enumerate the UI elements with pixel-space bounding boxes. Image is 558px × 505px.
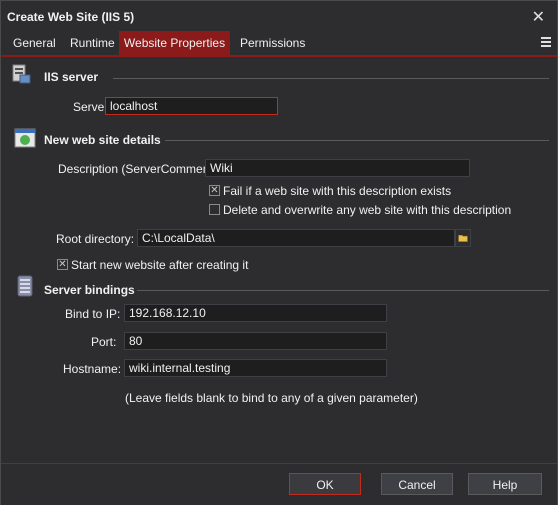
root-directory-input[interactable] <box>137 229 455 247</box>
tab-runtime[interactable]: Runtime <box>64 31 121 55</box>
window-title: Create Web Site (IIS 5) <box>7 10 135 24</box>
tab-permissions[interactable]: Permissions <box>234 31 311 55</box>
port-input[interactable] <box>124 332 387 350</box>
cancel-button[interactable]: Cancel <box>381 473 453 495</box>
section-divider <box>165 140 549 141</box>
hostname-label: Hostname: <box>63 362 122 376</box>
tab-website-properties[interactable]: Website Properties <box>119 31 230 55</box>
bind-ip-input[interactable] <box>124 304 387 322</box>
section-divider <box>113 78 549 79</box>
menu-icon[interactable] <box>541 37 551 49</box>
description-label: Description (ServerComment): <box>58 162 221 176</box>
bindings-hint: (Leave fields blank to bind to any of a … <box>125 391 418 405</box>
port-label: Port: <box>91 335 117 349</box>
fail-if-exists-checkbox[interactable]: ✕ <box>209 185 220 196</box>
fail-if-exists-label: Fail if a web site with this description… <box>223 184 452 198</box>
start-website-label: Start new website after creating it <box>71 258 249 272</box>
delete-overwrite-checkbox[interactable] <box>209 204 220 215</box>
section-title-iis-server: IIS server <box>44 70 99 84</box>
tab-general[interactable]: General <box>7 31 62 55</box>
root-directory-label: Root directory: <box>56 232 135 246</box>
start-website-checkbox[interactable]: ✕ <box>57 259 68 270</box>
server-icon <box>12 64 31 84</box>
section-title-bindings: Server bindings <box>44 283 135 297</box>
dialog-window: Create Web Site (IIS 5) ✕ General Runtim… <box>0 0 558 505</box>
folder-browse-icon[interactable] <box>455 229 471 247</box>
description-input[interactable] <box>205 159 470 177</box>
tab-bar: General Runtime Website Properties Permi… <box>1 31 557 57</box>
website-icon <box>14 128 36 148</box>
properties-panel: IIS server Server: New web site details … <box>1 57 557 463</box>
close-icon[interactable]: ✕ <box>532 7 545 27</box>
delete-overwrite-label: Delete and overwrite any web site with t… <box>223 203 512 217</box>
bindings-icon <box>17 275 33 297</box>
ok-button[interactable]: OK <box>289 473 361 495</box>
title-bar: Create Web Site (IIS 5) ✕ <box>1 1 557 31</box>
help-button[interactable]: Help <box>468 473 542 495</box>
hostname-input[interactable] <box>124 359 387 377</box>
button-bar: OK Cancel Help <box>1 463 557 505</box>
server-input[interactable] <box>105 97 278 115</box>
section-title-new-site: New web site details <box>44 133 161 147</box>
bind-ip-label: Bind to IP: <box>65 307 121 321</box>
section-divider <box>137 290 549 291</box>
